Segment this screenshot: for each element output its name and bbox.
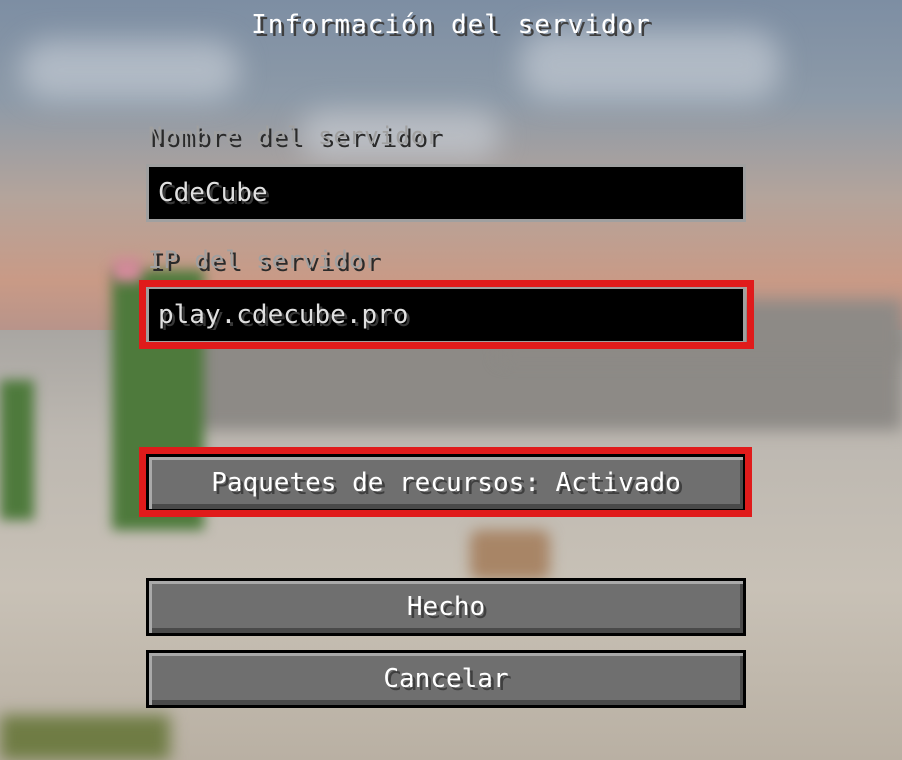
world-background	[0, 0, 902, 760]
server-name-field-box[interactable]	[146, 164, 746, 222]
cloud	[20, 40, 240, 100]
grass-patch	[0, 715, 170, 760]
done-button[interactable]: Hecho	[146, 578, 746, 636]
screen-title: Información del servidor	[251, 10, 651, 40]
dead-bush	[470, 530, 550, 580]
server-name-input[interactable]	[149, 167, 743, 219]
cactus	[0, 380, 34, 520]
server-name-label: Nombre del servidor	[148, 122, 442, 150]
cloud	[520, 30, 780, 100]
cancel-button[interactable]: Cancelar	[146, 650, 746, 708]
cactus-flower	[112, 258, 142, 282]
highlight-box-server-ip	[139, 280, 754, 349]
highlight-box-resource-packs	[139, 447, 752, 517]
server-ip-label: IP del servidor	[148, 246, 380, 274]
